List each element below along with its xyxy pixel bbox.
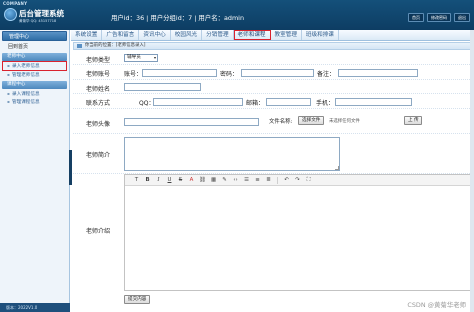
choose-file-button[interactable]: 选择文件 bbox=[298, 116, 325, 125]
watermark: CSDN @黄菊华老师 bbox=[407, 301, 466, 309]
toolbar-separator bbox=[277, 176, 278, 184]
undo-icon[interactable]: ↶ bbox=[281, 177, 292, 183]
top-nav: 系统设置 广告和留言 资讯中心 校园风光 分销管理 老师和课程 教室管理 班级和… bbox=[71, 30, 474, 41]
detail-label: 老师介绍 bbox=[86, 228, 111, 235]
sidebar-item-manage-teacher[interactable]: 管理老师信息 bbox=[0, 71, 69, 79]
italic-icon[interactable]: I bbox=[153, 177, 164, 183]
bold-icon[interactable]: B bbox=[142, 177, 153, 183]
breadcrumb: 你当前的位置：[老师信息录入] bbox=[73, 42, 472, 50]
redo-icon[interactable]: ↷ bbox=[292, 177, 303, 183]
underline-icon[interactable]: U bbox=[164, 177, 175, 183]
sidebar-head: 管理中心 bbox=[2, 31, 67, 41]
sidebar-group-teacher[interactable]: 老师中心 bbox=[2, 53, 67, 61]
version-footer: 版本：2022V1.0 bbox=[0, 303, 70, 312]
bullet-list-icon[interactable]: ☰ bbox=[241, 177, 252, 183]
type-label: 老师类型 bbox=[86, 57, 111, 64]
system-title: 后台管理系统 bbox=[19, 9, 64, 18]
teacher-type-select[interactable]: 辅导员 ▾ bbox=[124, 54, 158, 62]
no-file-text: 未选择任何文件 bbox=[329, 119, 360, 124]
strikethrough-icon[interactable]: S bbox=[175, 177, 186, 183]
table-icon[interactable]: ▦ bbox=[208, 177, 219, 183]
tab-campus[interactable]: 校园风光 bbox=[171, 30, 203, 40]
password-input[interactable] bbox=[241, 69, 314, 77]
tab-system-settings[interactable]: 系统设置 bbox=[71, 30, 103, 40]
name-input[interactable] bbox=[124, 83, 201, 91]
sidebar-item-add-course[interactable]: 录入课程信息 bbox=[0, 90, 69, 98]
sidebar-group-course[interactable]: 课程中心 bbox=[2, 81, 67, 89]
resize-handle[interactable] bbox=[335, 166, 339, 170]
logout-button[interactable]: 退出 bbox=[454, 13, 470, 22]
tab-teachers-courses[interactable]: 老师和课程 bbox=[233, 30, 271, 40]
avatar-label: 老师头像 bbox=[86, 121, 111, 128]
top-header: COMPANY 后台管理系统 黄菊华 QQ: 45157718 用户id：36 … bbox=[0, 0, 474, 30]
tab-classes-schedule[interactable]: 班级和排课 bbox=[302, 30, 339, 40]
tab-distribution[interactable]: 分销管理 bbox=[202, 30, 234, 40]
row-avatar: 老师头像 文件名称: 选择文件 未选择任何文件 上 传 bbox=[73, 109, 472, 134]
upload-button[interactable]: 上 传 bbox=[404, 116, 422, 125]
intro-label: 老师简介 bbox=[86, 152, 111, 159]
avatar-path-input[interactable] bbox=[124, 118, 259, 126]
submit-button[interactable]: 提交内容 bbox=[124, 295, 151, 304]
row-name: 老师姓名 bbox=[73, 80, 472, 94]
numbered-list-icon[interactable]: ≡ bbox=[252, 177, 263, 183]
pen-icon[interactable]: ✎ bbox=[219, 177, 230, 183]
sidebar: 管理中心 回到首页 老师中心 录入老师信息 管理老师信息 课程中心 录入课程信息… bbox=[0, 30, 70, 312]
account-field-label: 账号： bbox=[124, 71, 143, 78]
row-account: 老师账号 账号： 密码： 备注： bbox=[73, 65, 472, 80]
page-scrollbar[interactable] bbox=[470, 30, 474, 312]
file-name-label: 文件名称: bbox=[269, 119, 293, 125]
tab-classrooms[interactable]: 教室管理 bbox=[271, 30, 302, 40]
logo: COMPANY 后台管理系统 黄菊华 QQ: 45157718 bbox=[1, 1, 70, 29]
code-icon[interactable]: ‹› bbox=[230, 177, 241, 183]
company-tag: COMPANY bbox=[3, 1, 28, 6]
name-label: 老师姓名 bbox=[86, 86, 111, 93]
fullscreen-icon[interactable]: ⛶ bbox=[303, 177, 314, 184]
password-field-label: 密码： bbox=[220, 71, 239, 78]
qq-input[interactable] bbox=[153, 98, 243, 106]
note-field-label: 备注： bbox=[317, 71, 336, 78]
teacher-type-value: 辅导员 bbox=[127, 55, 141, 60]
rich-text-editor[interactable]: T B I U S A ⛓ ▦ ✎ ‹› ☰ ≡ ≣ ↶ ↷ ⛶ bbox=[124, 174, 472, 291]
editor-toolbar: T B I U S A ⛓ ▦ ✎ ‹› ☰ ≡ ≣ ↶ ↷ ⛶ bbox=[125, 175, 471, 186]
account-input[interactable] bbox=[142, 69, 217, 77]
breadcrumb-icon bbox=[77, 44, 82, 48]
change-password-button[interactable]: 修改密码 bbox=[427, 13, 451, 22]
phone-input[interactable] bbox=[335, 98, 412, 106]
sidebar-home-link[interactable]: 回到首页 bbox=[0, 42, 69, 51]
email-input[interactable] bbox=[266, 98, 311, 106]
home-button[interactable]: 首页 bbox=[408, 13, 424, 22]
note-input[interactable] bbox=[338, 69, 418, 77]
email-field-label: 邮箱： bbox=[246, 100, 265, 107]
row-contact: 联系方式 QQ： 邮箱： 手机： bbox=[73, 94, 472, 109]
sidebar-item-add-teacher[interactable]: 录入老师信息 bbox=[2, 61, 67, 71]
align-icon[interactable]: ≣ bbox=[263, 177, 274, 183]
tab-ads-messages[interactable]: 广告和留言 bbox=[102, 30, 140, 40]
account-label: 老师账号 bbox=[86, 71, 111, 78]
contact-label: 联系方式 bbox=[86, 100, 111, 107]
intro-textarea[interactable] bbox=[124, 137, 340, 171]
logo-globe-icon bbox=[4, 8, 17, 21]
header-actions: 首页 修改密码 退出 bbox=[408, 13, 470, 22]
link-icon[interactable]: ⛓ bbox=[197, 177, 208, 183]
row-type: 老师类型 辅导员 ▾ bbox=[73, 52, 472, 65]
tab-news[interactable]: 资讯中心 bbox=[139, 30, 171, 40]
heading-icon[interactable]: T bbox=[131, 177, 142, 183]
phone-field-label: 手机： bbox=[316, 100, 335, 107]
system-subtitle: 黄菊华 QQ: 45157718 bbox=[19, 19, 57, 23]
font-color-icon[interactable]: A bbox=[186, 177, 197, 183]
chevron-down-icon: ▾ bbox=[153, 55, 156, 60]
sidebar-collapse-handle[interactable] bbox=[69, 150, 72, 185]
sidebar-item-manage-course[interactable]: 管理课程信息 bbox=[0, 98, 69, 106]
row-intro: 老师简介 bbox=[73, 134, 472, 174]
user-info: 用户id：36 | 用户分组id：7 | 用户名：admin bbox=[111, 14, 245, 22]
breadcrumb-text: 你当前的位置：[老师信息录入] bbox=[85, 43, 146, 48]
